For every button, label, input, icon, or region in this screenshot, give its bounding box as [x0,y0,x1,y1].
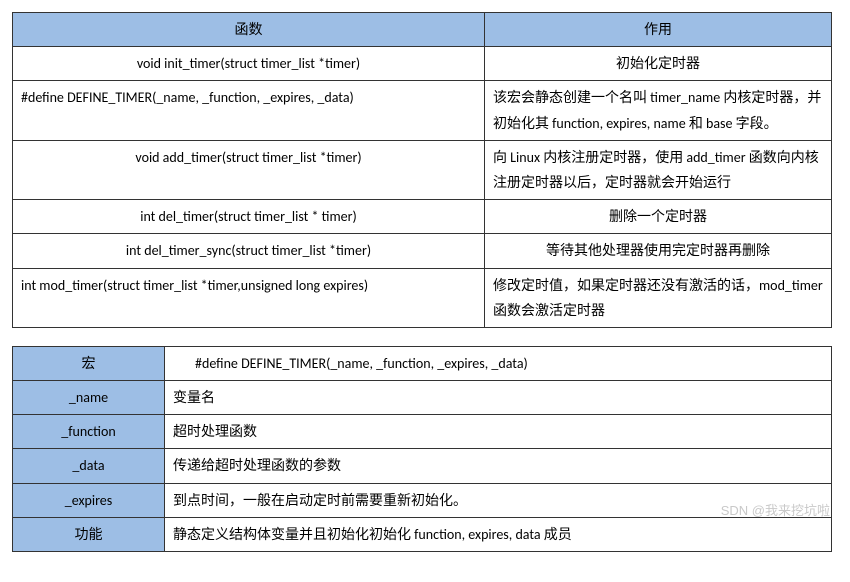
col-header-function: 函数 [13,13,485,47]
desc-cell: 初始化定时器 [485,47,832,81]
macro-label: _function [13,415,165,449]
table-row: void add_timer(struct timer_list *timer)… [13,140,832,199]
desc-cell: 该宏会静态创建一个名叫 timer_name 内核定时器，并初始化其 funct… [485,81,832,140]
table-row: _data 传递给超时处理函数的参数 [13,449,832,483]
func-cell: int del_timer(struct timer_list * timer) [13,200,485,234]
macro-label: 功能 [13,517,165,551]
macro-label: _data [13,449,165,483]
table-row: #define DEFINE_TIMER(_name, _function, _… [13,81,832,140]
desc-cell: 向 Linux 内核注册定时器，使用 add_timer 函数向内核注册定时器以… [485,140,832,199]
function-table: 函数 作用 void init_timer(struct timer_list … [12,12,832,328]
func-cell: int del_timer_sync(struct timer_list *ti… [13,234,485,268]
table-row: _name 变量名 [13,381,832,415]
macro-value: #define DEFINE_TIMER(_name, _function, _… [165,346,832,380]
col-header-desc: 作用 [485,13,832,47]
table-row: _function 超时处理函数 [13,415,832,449]
func-cell: int mod_timer(struct timer_list *timer,u… [13,268,485,327]
desc-cell: 删除一个定时器 [485,200,832,234]
table-row: _expires 到点时间，一般在启动定时前需要重新初始化。 [13,483,832,517]
macro-table: 宏 #define DEFINE_TIMER(_name, _function,… [12,346,832,552]
table-row: int del_timer(struct timer_list * timer)… [13,200,832,234]
macro-label: 宏 [13,346,165,380]
func-cell: void init_timer(struct timer_list *timer… [13,47,485,81]
desc-cell: 修改定时值，如果定时器还没有激活的话，mod_timer 函数会激活定时器 [485,268,832,327]
desc-cell: 等待其他处理器使用完定时器再删除 [485,234,832,268]
macro-value: 超时处理函数 [165,415,832,449]
func-cell: #define DEFINE_TIMER(_name, _function, _… [13,81,485,140]
macro-value: 静态定义结构体变量并且初始化初始化 function, expires, dat… [165,517,832,551]
macro-label: _expires [13,483,165,517]
table-row: 功能 静态定义结构体变量并且初始化初始化 function, expires, … [13,517,832,551]
func-cell: void add_timer(struct timer_list *timer) [13,140,485,199]
macro-label: _name [13,381,165,415]
table-row: int mod_timer(struct timer_list *timer,u… [13,268,832,327]
table-row: int del_timer_sync(struct timer_list *ti… [13,234,832,268]
table-row: 宏 #define DEFINE_TIMER(_name, _function,… [13,346,832,380]
watermark-text: SDN @我来挖坑啦 [721,500,830,519]
table-row: void init_timer(struct timer_list *timer… [13,47,832,81]
macro-value: 变量名 [165,381,832,415]
macro-value: 传递给超时处理函数的参数 [165,449,832,483]
table-header-row: 函数 作用 [13,13,832,47]
